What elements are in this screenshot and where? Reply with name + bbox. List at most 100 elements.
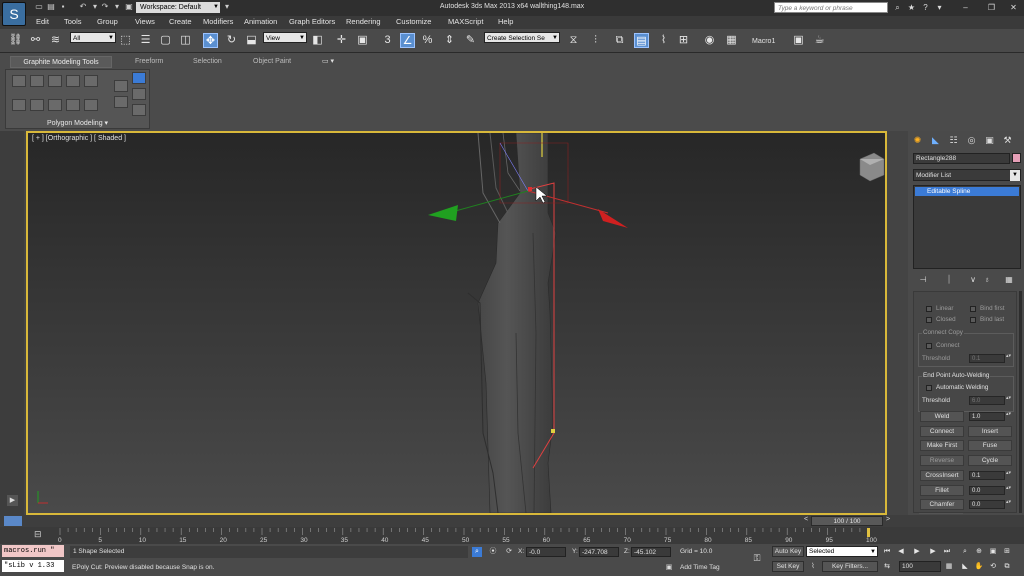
prev-frame-icon[interactable]: <	[804, 516, 808, 523]
polygon-modeling-dropdown[interactable]: Polygon Modeling ▾	[6, 119, 149, 127]
macro-button[interactable]: Macro1	[752, 38, 775, 45]
mini-curve-editor-icon[interactable]	[4, 516, 22, 526]
maxscript-listener-line[interactable]: macros.run "	[2, 545, 64, 557]
menu-create[interactable]: Create	[169, 17, 192, 26]
menu-graph-editors[interactable]: Graph Editors	[289, 17, 335, 26]
ribbon-tool-button[interactable]	[12, 75, 26, 87]
workspace-dropdown[interactable]: Workspace: Default ▼	[136, 2, 220, 13]
key-filter-selection-dropdown[interactable]: Selected ▼	[806, 546, 878, 557]
chamfer-field[interactable]: 0.0	[969, 500, 1005, 509]
weld-threshold-field[interactable]: 1.0	[969, 412, 1005, 421]
display-tab-icon[interactable]: ▣	[983, 134, 996, 147]
select-by-name-icon[interactable]: ☰	[138, 33, 153, 48]
zoom-extents-icon[interactable]: ▣	[988, 547, 998, 557]
track-bar[interactable]: ⊟ 0 5 10 15 20 25 30 35 40 45 50 55 60 65 70 75 80 85 90 95…	[0, 527, 1024, 544]
render-setup-icon[interactable]: ▦	[724, 33, 739, 48]
material-editor-icon[interactable]: ◉	[702, 33, 717, 48]
isolate-selection-icon[interactable]: ⦿	[488, 547, 498, 557]
time-configuration-icon[interactable]: ▦	[944, 562, 954, 572]
make-first-button[interactable]: Make First	[920, 440, 964, 451]
menu-animation[interactable]: Animation	[244, 17, 277, 26]
create-tab-icon[interactable]: ✺	[911, 134, 924, 147]
viewport-label[interactable]: [ + ] [Orthographic ] [ Shaded ]	[32, 135, 126, 142]
select-and-rotate-icon[interactable]: ↻	[224, 33, 239, 48]
rendered-frame-window-icon[interactable]: ▣	[791, 33, 806, 48]
play-icon[interactable]: ▶	[912, 547, 922, 557]
crossinsert-button[interactable]: CrossInsert	[920, 470, 964, 481]
bind-space-warp-icon[interactable]: ≋	[48, 33, 63, 48]
close-icon[interactable]: ✕	[1008, 2, 1019, 13]
y-coord-field[interactable]: -247.708	[579, 547, 619, 557]
current-frame-field[interactable]: 100	[899, 561, 941, 572]
modifier-list-dropdown[interactable]: Modifier List ▼	[913, 169, 1021, 181]
orbit-icon[interactable]: ⟲	[988, 562, 998, 572]
key-filters-button[interactable]: Key Filters...	[822, 561, 878, 572]
set-key-button[interactable]: Set Key	[772, 561, 804, 572]
bind-first-checkbox[interactable]	[970, 306, 976, 312]
select-and-move-icon[interactable]: ✥	[203, 33, 218, 48]
unlink-icon[interactable]: ⚯	[28, 33, 43, 48]
remove-modifier-icon[interactable]: ♁	[981, 274, 993, 286]
menu-help[interactable]: Help	[498, 17, 513, 26]
undo-dropdown-icon[interactable]: ▾	[90, 2, 100, 12]
reference-coordinate-dropdown[interactable]: View ▼	[263, 32, 307, 43]
select-object-icon[interactable]: ⬚	[118, 33, 133, 48]
hierarchy-tab-icon[interactable]: ☷	[947, 134, 960, 147]
goto-start-icon[interactable]: ⏮	[882, 547, 892, 557]
chamfer-button[interactable]: Chamfer	[920, 499, 964, 510]
viewcube-icon[interactable]	[859, 152, 885, 182]
time-tag-icon[interactable]: ▣	[664, 563, 674, 573]
keyboard-shortcut-override-icon[interactable]: ▣	[355, 33, 370, 48]
maximize-viewport-icon[interactable]: ⧉	[1002, 562, 1012, 572]
select-manipulate-icon[interactable]: ✛	[334, 33, 349, 48]
pin-stack-icon[interactable]: ⊣	[917, 274, 929, 286]
modify-tab-icon[interactable]: ◣	[929, 134, 942, 147]
align-icon[interactable]: ⫶	[588, 33, 603, 48]
application-menu-button[interactable]: S	[2, 2, 26, 26]
ribbon-tool-button[interactable]	[114, 80, 128, 92]
ribbon-tool-button[interactable]	[66, 75, 80, 87]
select-and-scale-icon[interactable]: ⬓	[244, 33, 259, 48]
previous-frame-icon[interactable]: ◀	[896, 547, 906, 557]
help-icon[interactable]: ?	[920, 2, 931, 13]
next-frame-icon[interactable]: >	[886, 516, 890, 523]
selection-lock-icon[interactable]: ⌕	[472, 547, 482, 557]
pan-view-icon[interactable]: ✋	[974, 562, 984, 572]
object-color-swatch[interactable]	[1012, 153, 1021, 163]
next-frame-icon[interactable]: ▶	[928, 547, 938, 557]
ribbon-tool-button[interactable]	[84, 99, 98, 111]
field-of-view-icon[interactable]: ◣	[960, 562, 970, 572]
configure-modifier-sets-icon[interactable]: ▦	[1003, 274, 1015, 286]
snaps-toggle-icon[interactable]: 3	[380, 33, 395, 48]
percent-snap-icon[interactable]: %	[420, 33, 435, 48]
spinner-icon[interactable]: ▴▾	[1006, 500, 1011, 509]
quick-access-dropdown-icon[interactable]: ▾	[222, 2, 232, 12]
mirror-icon[interactable]: ⧖	[566, 33, 581, 48]
motion-tab-icon[interactable]: ◎	[965, 134, 978, 147]
menu-rendering[interactable]: Rendering	[346, 17, 381, 26]
zoom-icon[interactable]: ⌕	[960, 547, 970, 557]
goto-end-icon[interactable]: ⏭	[942, 547, 952, 557]
vertex-subobject-icon[interactable]	[132, 72, 146, 84]
time-slider[interactable]: 100 / 100 < >	[0, 515, 1024, 527]
edit-named-selection-icon[interactable]: ✎	[463, 33, 478, 48]
tab-object-paint[interactable]: Object Paint	[253, 56, 291, 68]
ribbon-tool-button[interactable]	[30, 99, 44, 111]
bind-last-checkbox[interactable]	[970, 317, 976, 323]
fillet-button[interactable]: Fillet	[920, 485, 964, 496]
cycle-button[interactable]: Cycle	[968, 455, 1012, 466]
menu-maxscript[interactable]: MAXScript	[448, 17, 483, 26]
z-coord-field[interactable]: -45.102	[631, 547, 671, 557]
closed-checkbox[interactable]	[926, 317, 932, 323]
curve-editor-icon[interactable]: ⌇	[656, 33, 671, 48]
menu-edit[interactable]: Edit	[36, 17, 49, 26]
fillet-field[interactable]: 0.0	[969, 486, 1005, 495]
binoculars-icon[interactable]: ⌕	[892, 2, 903, 13]
hold-icon[interactable]: ▣	[124, 2, 134, 12]
tab-graphite-modeling-tools[interactable]: Graphite Modeling Tools	[10, 56, 112, 68]
redo-icon[interactable]: ↷	[100, 2, 110, 12]
layer-manager-icon[interactable]: ⧉	[612, 33, 627, 48]
spinner-icon[interactable]: ▴▾	[1006, 354, 1011, 363]
selection-filter-dropdown[interactable]: All ▼	[70, 32, 116, 43]
pivot-center-icon[interactable]: ◧	[310, 33, 325, 48]
